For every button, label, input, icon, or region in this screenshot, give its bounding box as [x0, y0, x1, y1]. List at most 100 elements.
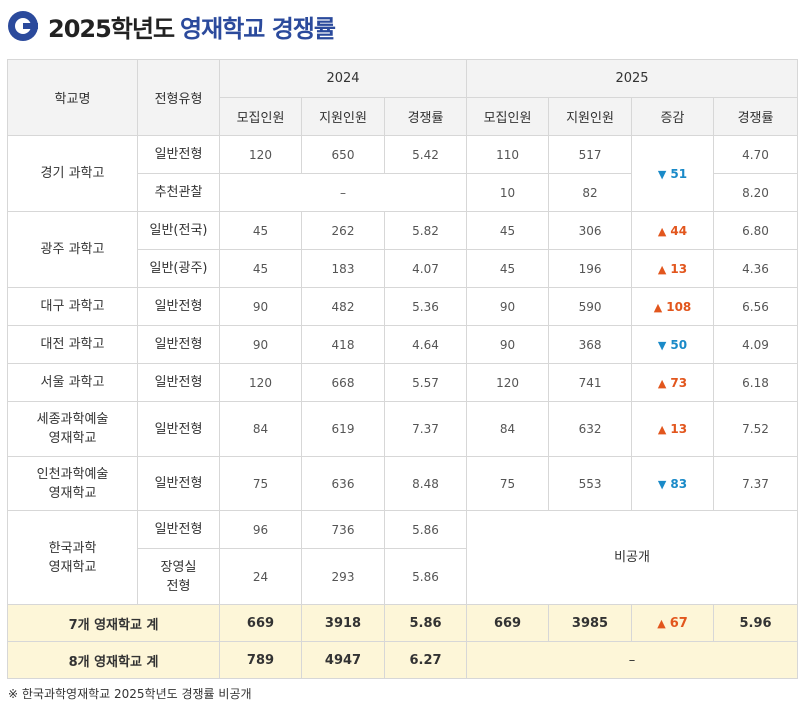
apply-2025: 517 [548, 135, 633, 174]
change-cell: ▲ 44 [631, 211, 715, 250]
apply-2024: 293 [301, 548, 385, 605]
change-cell: ▲ 108 [631, 287, 715, 326]
table-row: 한국과학 영재학교 일반전형 96 736 5.86 비공개 [7, 510, 799, 605]
school-name: 대전 과학고 [7, 325, 138, 364]
admission-type: 일반전형 [137, 287, 220, 326]
change-value: ▲ 67 [657, 615, 688, 631]
rate-2025: 4.36 [713, 249, 799, 288]
recruit-2024: 90 [219, 325, 302, 364]
admission-type: 일반전형 [137, 510, 220, 549]
recruit-2024: 120 [219, 363, 302, 402]
title-bar: 2025학년도 영재학교 경쟁률 [8, 8, 336, 44]
recruit-2025: 110 [466, 135, 550, 174]
change-value: ▲ 13 [657, 422, 688, 436]
recruit-2025: 75 [466, 456, 550, 511]
triangle-up-icon: ▲ [657, 376, 667, 390]
total-apply-2024: 4947 [301, 641, 385, 679]
table-row: 세종과학예술 영재학교 일반전형 84 619 7.37 84 632 ▲ 13 7… [7, 401, 799, 457]
recruit-2024: 84 [219, 401, 302, 457]
rate-2025: 6.56 [713, 287, 799, 326]
admission-type: 일반전형 [137, 363, 220, 402]
header-type: 전형유형 [137, 59, 220, 136]
table-row: 광주 과학고 일반(전국) 45 262 5.82 45 306 ▲ 44 6.8… [7, 211, 799, 288]
school-name: 경기 과학고 [7, 135, 138, 212]
recruit-2024: 120 [219, 135, 302, 174]
table-row: 대전 과학고 일반전형 90 418 4.64 90 368 ▼ 50 4.09 [7, 325, 799, 364]
school-name: 광주 과학고 [7, 211, 138, 288]
change-value: ▲ 73 [657, 375, 688, 390]
school-name: 세종과학예술 영재학교 [7, 401, 138, 457]
change-value: ▲ 108 [653, 299, 692, 314]
total-rate-2024: 5.86 [383, 604, 468, 642]
change-cell: ▼ 83 [631, 456, 715, 511]
apply-2024: 636 [301, 456, 385, 511]
apply-2024: 183 [301, 249, 385, 288]
change-value: ▲ 13 [657, 261, 688, 276]
apply-2025: 306 [548, 211, 633, 250]
header-year-2024: 2024 [218, 59, 468, 98]
total-label: 7개 영재학교 계 [7, 604, 220, 642]
apply-2024: 650 [301, 135, 385, 174]
rate-2025: 4.09 [713, 325, 799, 364]
rate-2025: 6.18 [713, 363, 799, 402]
admission-type: 일반(전국) [137, 211, 220, 250]
apply-2025: 741 [548, 363, 633, 402]
triangle-down-icon: ▼ [657, 477, 667, 491]
header-recruit-2025: 모집인원 [466, 97, 550, 136]
rate-2024: 5.36 [383, 287, 468, 326]
apply-2025: 368 [548, 325, 633, 364]
apply-2024: 262 [301, 211, 385, 250]
header-apply-2025: 지원인원 [548, 97, 633, 136]
recruit-2024: 75 [219, 456, 302, 511]
total-recruit-2024: 669 [219, 604, 302, 642]
recruit-2025: 90 [466, 287, 550, 326]
total-row: 7개 영재학교 계 669 3918 5.86 669 3985 ▲ 67 5.9… [7, 604, 799, 642]
total-label: 8개 영재학교 계 [7, 641, 220, 679]
competition-rate-table: 학교명 전형유형 2024 2025 모집인원 지원인원 경쟁률 모집인원 지원… [7, 59, 799, 679]
header-recruit-2024: 모집인원 [219, 97, 302, 136]
not-applicable-dash: – [466, 641, 799, 679]
rate-2025: 8.20 [713, 173, 799, 212]
footnote: ※ 한국과학영재학교 2025학년도 경쟁률 비공개 [8, 687, 252, 701]
rate-2024: 5.86 [383, 548, 468, 605]
triangle-up-icon: ▲ [653, 300, 663, 314]
admission-type: 일반전형 [137, 456, 220, 511]
school-name: 대구 과학고 [7, 287, 138, 326]
table-row: 경기 과학고 일반전형 120 650 5.42 110 517 ▼ 51 4.7… [7, 135, 799, 212]
change-cell: ▼ 51 [631, 135, 715, 212]
table-row: 서울 과학고 일반전형 120 668 5.57 120 741 ▲ 73 6.1… [7, 363, 799, 402]
change-value: ▼ 51 [657, 166, 688, 181]
rate-2025: 4.70 [713, 135, 799, 174]
total-rate-2024: 6.27 [383, 641, 468, 679]
change-value: ▼ 50 [657, 337, 688, 352]
brand-logo-icon [8, 11, 38, 41]
total-change-cell: ▲ 67 [631, 604, 715, 642]
page-title: 2025학년도 영재학교 경쟁률 [48, 14, 336, 43]
rate-2025: 7.37 [713, 456, 799, 511]
table-row: 인천과학예술 영재학교 일반전형 75 636 8.48 75 553 ▼ 83 7… [7, 456, 799, 511]
change-value: ▼ 83 [657, 476, 688, 491]
apply-2025: 590 [548, 287, 633, 326]
total-rate-2025: 5.96 [713, 604, 799, 642]
apply-2024: 619 [301, 401, 385, 457]
triangle-up-icon: ▲ [657, 262, 667, 276]
header-year-2025: 2025 [466, 59, 799, 98]
apply-2024: 736 [301, 510, 385, 549]
change-cell: ▲ 13 [631, 401, 715, 457]
admission-type: 일반전형 [137, 401, 220, 457]
school-name: 한국과학 영재학교 [7, 510, 138, 605]
header-apply-2024: 지원인원 [301, 97, 385, 136]
recruit-2025: 90 [466, 325, 550, 364]
recruit-2024: 45 [219, 211, 302, 250]
rate-2025: 6.80 [713, 211, 799, 250]
header-rate-2024: 경쟁률 [383, 97, 468, 136]
rate-2024: 5.42 [383, 135, 468, 174]
total-recruit-2025: 669 [466, 604, 550, 642]
rate-2024: 8.48 [383, 456, 468, 511]
triangle-up-icon: ▲ [657, 423, 667, 436]
triangle-up-icon: ▲ [657, 616, 666, 630]
header-change: 증감 [631, 97, 715, 136]
admission-type: 일반전형 [137, 135, 220, 174]
rate-2024: 7.37 [383, 401, 468, 457]
change-cell: ▲ 73 [631, 363, 715, 402]
